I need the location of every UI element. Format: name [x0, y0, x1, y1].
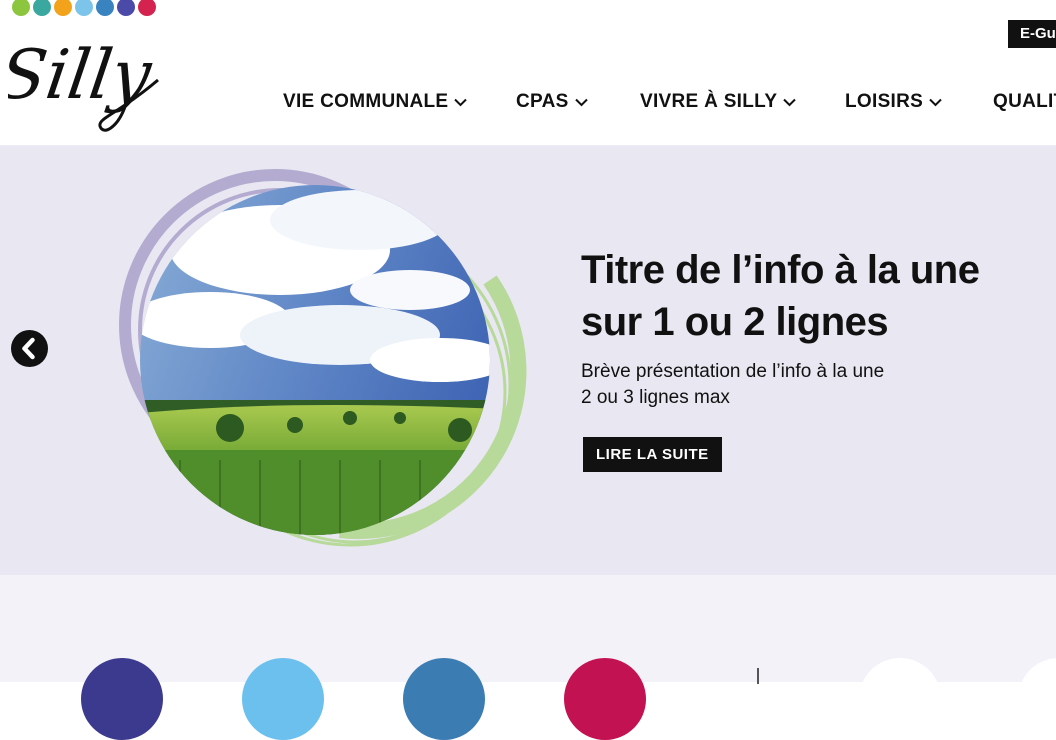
brand-dot: [138, 0, 156, 16]
chevron-down-icon: [574, 86, 588, 118]
quick-link-3[interactable]: [403, 658, 485, 740]
quick-link-4[interactable]: [564, 658, 646, 740]
hero-title: Titre de l’info à la une sur 1 ou 2 lign…: [581, 248, 980, 344]
site-header: Silly E-Guichet VIE COMMUNALE CPAS VIVRE…: [0, 0, 1056, 146]
brand-dot: [75, 0, 93, 16]
quick-link-1[interactable]: [81, 658, 163, 740]
landscape-photo: [140, 185, 490, 535]
chevron-down-icon: [454, 86, 468, 118]
hero-description-line: Brève présentation de l’info à la une: [581, 361, 885, 382]
chevron-left-icon: [22, 337, 35, 360]
svg-text:Silly: Silly: [8, 36, 157, 115]
brand-dot: [117, 0, 135, 16]
brand-dots: [12, 0, 156, 16]
nav-item-qualite[interactable]: QUALITÉ: [993, 86, 1056, 118]
nav-item-label: LOISIRS: [845, 91, 924, 113]
nav-item-label: VIVRE À SILLY: [640, 91, 778, 113]
brand-dot: [54, 0, 72, 16]
hero-description: Brève présentation de l’info à la une 2 …: [581, 359, 981, 411]
quick-link-2[interactable]: [242, 658, 324, 740]
read-more-button[interactable]: LIRE LA SUITE: [583, 437, 722, 472]
eguichet-button[interactable]: E-Guichet: [1008, 20, 1056, 48]
nav-item-label: VIE COMMUNALE: [283, 91, 449, 113]
brand-dot: [12, 0, 30, 16]
nav-item-loisirs[interactable]: LOISIRS: [845, 86, 942, 118]
nav-item-vie-communale[interactable]: VIE COMMUNALE: [283, 86, 468, 118]
silly-logo[interactable]: Silly: [8, 18, 168, 138]
nav-item-cpas[interactable]: CPAS: [516, 86, 588, 118]
nav-item-vivre-a-silly[interactable]: VIVRE À SILLY: [640, 86, 797, 118]
partner-logo-1[interactable]: [859, 658, 941, 740]
chevron-down-icon: [929, 86, 942, 118]
hero-illustration: [80, 160, 550, 570]
hero-description-line: 2 ou 3 lignes max: [581, 387, 730, 408]
slider-prev-button[interactable]: [11, 330, 48, 367]
brand-dot: [33, 0, 51, 16]
brand-dot: [96, 0, 114, 16]
chevron-down-icon: [783, 86, 797, 118]
silly-logo-wordmark: Silly: [8, 36, 159, 132]
nav-item-label: CPAS: [516, 91, 569, 113]
nav-item-label: QUALITÉ: [993, 91, 1056, 112]
